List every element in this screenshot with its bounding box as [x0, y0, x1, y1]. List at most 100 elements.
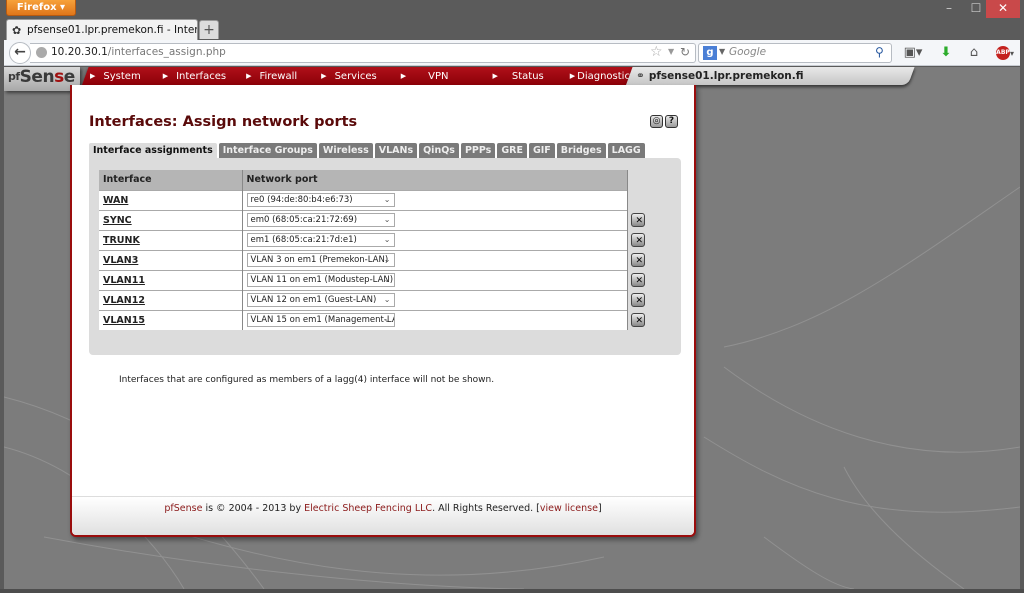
table-row: SYNC em0 (68:05:ca:21:72:69) ⌄ — [99, 209, 628, 230]
tab-gif[interactable]: GIF — [528, 143, 555, 158]
chevron-down-icon: ⌄ — [383, 315, 391, 325]
tab-panel: Interface Network port WAN re0 (94:de:80… — [89, 158, 681, 355]
network-port-select[interactable]: re0 (94:de:80:b4:e6:73) ⌄ — [246, 193, 395, 207]
interface-link-vlan12[interactable]: VLAN12 — [99, 289, 243, 310]
browser-statusbar — [0, 589, 1024, 593]
adblock-plus-icon[interactable]: ABP▾ — [992, 44, 1018, 62]
menu-firewall[interactable]: ▶ Firewall — [246, 67, 297, 85]
browser-tab[interactable]: ✿ pfsense01.lpr.premekon.fi - Interfaces… — [6, 19, 198, 40]
search-engine-dropdown-icon[interactable]: ▼ — [719, 47, 725, 56]
help-icon[interactable]: ? — [665, 115, 678, 128]
company-link[interactable]: Electric Sheep Fencing LLC — [304, 503, 432, 514]
navigation-toolbar: 10.20.30.1/interfaces_assign.php ☆ ▼ ↻ ←… — [4, 40, 1020, 66]
url-host: 10.20.30.1 — [51, 46, 108, 58]
network-port-select[interactable]: em0 (68:05:ca:21:72:69) ⌄ — [246, 213, 395, 227]
delete-interface-icon[interactable]: ✕ — [631, 273, 645, 287]
pfsense-logo[interactable]: pfSense — [4, 67, 80, 91]
back-arrow-icon: ← — [14, 44, 26, 60]
search-input[interactable]: Google — [729, 46, 766, 58]
network-port-select[interactable]: VLAN 3 on em1 (Premekon-LAN) ⌄ — [246, 253, 395, 267]
download-arrow-icon[interactable]: ⬇ — [936, 44, 956, 62]
star-icon[interactable]: ☆ — [650, 44, 663, 60]
network-port-select[interactable]: VLAN 15 on em1 (Management-LAN) ⌄ — [246, 313, 395, 328]
menu-services[interactable]: ▶ Services — [321, 67, 377, 85]
interface-link-vlan3[interactable]: VLAN3 — [99, 249, 243, 270]
table-row: TRUNK em1 (68:05:ca:21:7d:e1) ⌄ — [99, 229, 628, 250]
magnifier-icon[interactable]: ⚲ — [875, 45, 884, 59]
tab-qinqs[interactable]: QinQs — [419, 143, 459, 158]
new-tab-button[interactable]: + — [199, 20, 219, 39]
google-icon[interactable]: g — [703, 46, 717, 60]
chevron-down-icon: ⌄ — [383, 215, 391, 224]
table-row: VLAN3 VLAN 3 on em1 (Premekon-LAN) ⌄ — [99, 249, 628, 270]
interface-link-sync[interactable]: SYNC — [99, 209, 243, 230]
network-port-select[interactable]: VLAN 12 on em1 (Guest-LAN) ⌄ — [246, 293, 395, 307]
network-port-select[interactable]: VLAN 11 on em1 (Modustep-LAN) ⌄ — [246, 273, 395, 287]
firefox-menu-button[interactable]: Firefox ▾ — [6, 0, 76, 16]
delete-interface-icon[interactable]: ✕ — [631, 233, 645, 247]
search-bar[interactable]: g ▼ Google ⚲ — [698, 43, 892, 63]
tab-interface-groups[interactable]: Interface Groups — [218, 143, 317, 158]
tab-bar: Interface assignments Interface Groups W… — [89, 143, 647, 158]
url-bar[interactable]: 10.20.30.1/interfaces_assign.php ☆ ▼ ↻ — [30, 43, 696, 63]
home-icon[interactable]: ⌂ — [964, 44, 984, 62]
url-text[interactable]: 10.20.30.1/interfaces_assign.php — [51, 46, 226, 58]
menu-vpn[interactable]: ▶ VPN — [401, 67, 449, 85]
chevron-down-icon: ⌄ — [383, 255, 391, 264]
interface-link-vlan15[interactable]: VLAN15 — [99, 309, 243, 330]
table-row: WAN re0 (94:de:80:b4:e6:73) ⌄ — [99, 189, 628, 210]
tab-gre[interactable]: GRE — [497, 143, 527, 158]
content-panel: Interfaces: Assign network ports ◎? Inte… — [70, 85, 696, 537]
table-header-row: Interface Network port — [99, 170, 628, 190]
column-header-interface: Interface — [99, 170, 243, 190]
menu-diagnostics[interactable]: ▶ Diagnostics — [570, 67, 635, 85]
chevron-down-icon: ⌄ — [383, 195, 391, 204]
back-button[interactable]: ← — [9, 42, 31, 64]
footer: pfSense is © 2004 - 2013 by Electric She… — [72, 497, 694, 535]
title-icons: ◎? — [650, 113, 680, 128]
delete-interface-icon[interactable]: ✕ — [631, 253, 645, 267]
view-license-link[interactable]: view license — [540, 503, 598, 514]
menu-system[interactable]: ▶ System — [90, 67, 141, 85]
globe-icon — [36, 47, 47, 58]
interface-link-trunk[interactable]: TRUNK — [99, 229, 243, 250]
tab-ppps[interactable]: PPPs — [460, 143, 496, 158]
minimize-button[interactable]: – — [935, 0, 963, 18]
page-title: Interfaces: Assign network ports — [89, 114, 358, 130]
column-header-network-port: Network port — [242, 170, 628, 190]
bookmarks-icon[interactable]: ▣▾ — [900, 44, 926, 62]
pfsense-link[interactable]: pfSense — [164, 503, 202, 514]
lagg-note: Interfaces that are configured as member… — [119, 375, 495, 385]
interface-link-vlan11[interactable]: VLAN11 — [99, 269, 243, 290]
tab-interface-assignments[interactable]: Interface assignments — [89, 143, 217, 158]
network-icon: ⚭ — [636, 70, 645, 82]
url-path: /interfaces_assign.php — [107, 46, 226, 58]
menu-interfaces[interactable]: ▶ Interfaces — [163, 67, 226, 85]
chevron-down-icon: ⌄ — [383, 275, 391, 284]
window-titlebar: Firefox ▾ – ☐ ✕ ✿ pfsense01.lpr.premekon… — [0, 0, 1024, 40]
reload-icon[interactable]: ↻ — [680, 45, 690, 59]
tab-wireless[interactable]: Wireless — [318, 143, 373, 158]
table-row: VLAN12 VLAN 12 on em1 (Guest-LAN) ⌄ — [99, 289, 628, 310]
delete-interface-icon[interactable]: ✕ — [631, 213, 645, 227]
tab-vlans[interactable]: VLANs — [374, 143, 418, 158]
hostname-label: ⚭ pfsense01.lpr.premekon.fi — [636, 70, 804, 82]
tab-lagg[interactable]: LAGG — [607, 143, 645, 158]
table-row: VLAN15 VLAN 15 on em1 (Management-LAN) ⌄ — [99, 309, 628, 330]
main-menu: ▶ System ▶ Interfaces ▶ Firewall ▶ Services … — [90, 67, 701, 85]
network-port-select[interactable]: em1 (68:05:ca:21:7d:e1) ⌄ — [246, 233, 395, 247]
tab-bridges[interactable]: Bridges — [556, 143, 606, 158]
table-row: VLAN11 VLAN 11 on em1 (Modustep-LAN) ⌄ — [99, 269, 628, 290]
url-history-dropdown-icon[interactable]: ▼ — [668, 47, 674, 56]
tab-title: pfsense01.lpr.premekon.fi - Interfaces: … — [27, 24, 198, 36]
chevron-down-icon: ⌄ — [383, 295, 391, 304]
interface-link-wan[interactable]: WAN — [99, 189, 243, 210]
menu-status[interactable]: ▶ Status — [492, 67, 543, 85]
status-icon[interactable]: ◎ — [650, 115, 663, 128]
chevron-down-icon: ⌄ — [383, 235, 391, 244]
pfsense-favicon-icon: ✿ — [12, 24, 22, 37]
delete-interface-icon[interactable]: ✕ — [631, 293, 645, 307]
close-button[interactable]: ✕ — [986, 0, 1020, 18]
web-page: pfSense ▶ System ▶ Interfaces ▶ Firewall ▶ S… — [4, 67, 1020, 589]
delete-interface-icon[interactable]: ✕ — [631, 313, 645, 327]
